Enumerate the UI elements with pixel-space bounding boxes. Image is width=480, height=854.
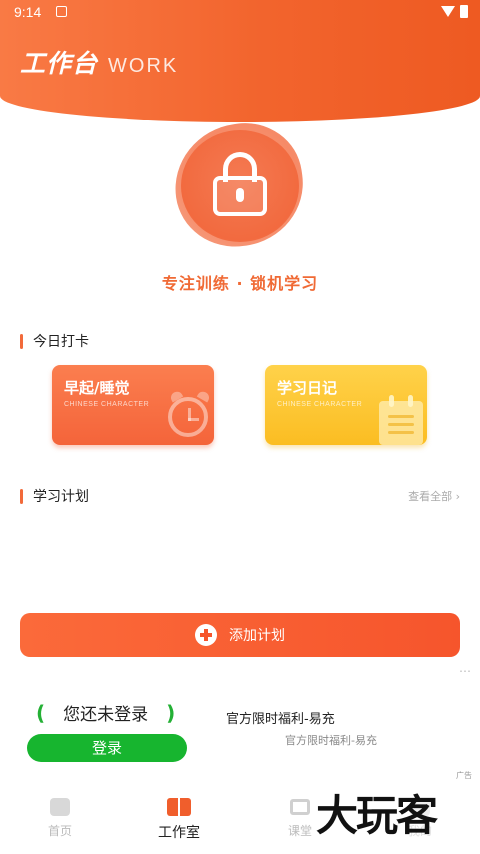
section-accent-bar bbox=[20, 488, 23, 504]
watermark-logo: 大玩客 bbox=[316, 782, 438, 843]
tab-home[interactable]: 首页 bbox=[20, 798, 100, 839]
card-study-diary[interactable]: 学习日记 CHINESE CHARACTER bbox=[265, 365, 427, 445]
promo-title[interactable]: 官方限时福利-易充 bbox=[226, 708, 335, 727]
status-indicators bbox=[441, 5, 468, 18]
notification-icon bbox=[56, 6, 67, 17]
login-prompt: ( 您还未登录 ) bbox=[36, 700, 176, 726]
wifi-icon bbox=[441, 6, 455, 17]
tab-label: 工作室 bbox=[158, 825, 200, 841]
login-button[interactable]: 登录 bbox=[27, 734, 187, 762]
card-subtitle: CHINESE CHARACTER bbox=[277, 401, 363, 408]
ad-label: 广告 bbox=[456, 771, 472, 780]
add-plan-button[interactable]: 添加计划 bbox=[20, 613, 460, 657]
more-options-icon[interactable]: ⋯ bbox=[459, 664, 472, 678]
status-time: 9:14 bbox=[14, 4, 42, 20]
plus-icon bbox=[195, 624, 217, 646]
home-icon bbox=[50, 798, 70, 816]
see-all-link[interactable]: 查看全部 › bbox=[408, 488, 460, 504]
plan-section-title: 学习计划 bbox=[20, 486, 89, 506]
card-subtitle: CHINESE CHARACTER bbox=[64, 401, 150, 408]
tab-label: 首页 bbox=[47, 824, 72, 838]
book-icon bbox=[167, 798, 191, 816]
page-title-en: WORK bbox=[108, 55, 179, 77]
notepad-icon bbox=[379, 395, 423, 445]
lock-button[interactable] bbox=[167, 115, 311, 255]
checkin-section-label: 今日打卡 bbox=[33, 334, 89, 350]
tv-icon bbox=[290, 799, 310, 815]
section-accent-bar bbox=[20, 333, 23, 349]
add-plan-label: 添加计划 bbox=[229, 628, 285, 644]
alarm-clock-icon bbox=[168, 389, 212, 437]
card-title: 早起/睡觉 bbox=[64, 379, 130, 397]
page-title: 工作台 WORK bbox=[20, 44, 178, 80]
plan-section-label: 学习计划 bbox=[33, 489, 89, 505]
card-wake-sleep[interactable]: 早起/睡觉 CHINESE CHARACTER bbox=[52, 365, 214, 445]
promo-subtitle[interactable]: 官方限时福利-易充 bbox=[285, 732, 377, 748]
checkin-section-title: 今日打卡 bbox=[20, 331, 89, 351]
battery-icon bbox=[460, 5, 468, 18]
hero-slogan: 专注训练 · 锁机学习 bbox=[161, 274, 319, 293]
login-banner: ( 您还未登录 ) 登录 官方限时福利-易充 官方限时福利-易充 广告 bbox=[0, 690, 480, 780]
tab-label: 课堂 bbox=[287, 824, 312, 838]
login-prompt-text: 您还未登录 bbox=[63, 705, 149, 725]
status-bar: 9:14 bbox=[0, 0, 480, 24]
workbench-page: 9:14 工作台 WORK 专注训练 · 锁机学习 今日打卡 早起/睡觉 CHI… bbox=[0, 0, 480, 854]
keyhole-icon bbox=[236, 188, 244, 202]
page-title-cn: 工作台 bbox=[20, 49, 99, 78]
card-title: 学习日记 bbox=[277, 379, 338, 397]
tab-workstudio[interactable]: 工作室 bbox=[139, 798, 219, 842]
header: 9:14 工作台 WORK bbox=[0, 0, 480, 122]
